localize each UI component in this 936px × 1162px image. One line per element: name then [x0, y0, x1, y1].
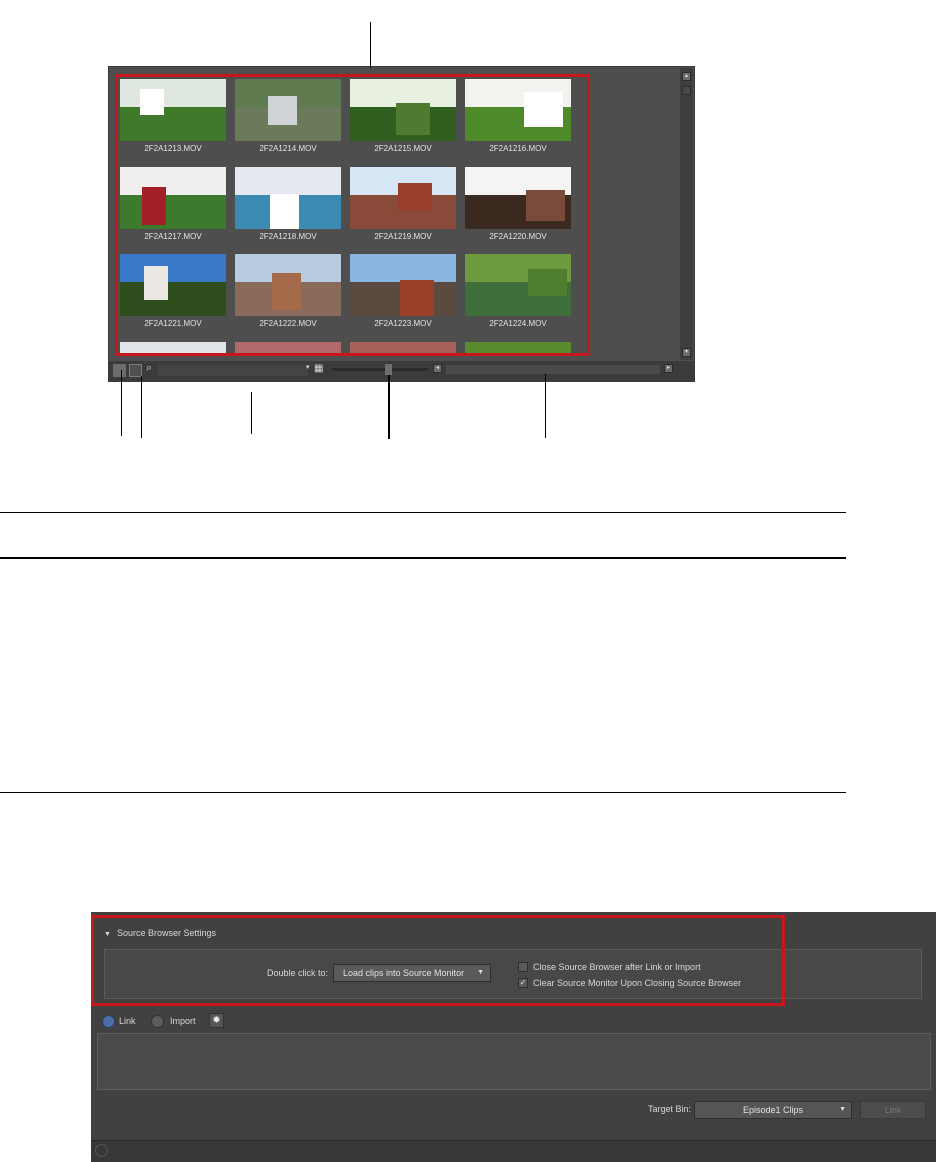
- scroll-thumb[interactable]: [682, 86, 691, 95]
- clip-preview-image: [235, 342, 341, 353]
- divider: [0, 557, 846, 559]
- clip-filename: 2F2A1218.MOV: [259, 232, 317, 241]
- list-view-button[interactable]: [113, 364, 126, 377]
- clip-preview-image: [235, 167, 341, 229]
- import-radio[interactable]: [151, 1015, 164, 1028]
- clip-thumbnail[interactable]: 2F2A1219.MOV: [350, 167, 456, 241]
- clip-preview-image: [465, 79, 571, 141]
- source-path-area[interactable]: [97, 1033, 931, 1090]
- clip-filename: 2F2A1217.MOV: [144, 232, 202, 241]
- callout-line: [121, 370, 122, 436]
- clip-filename: 2F2A1215.MOV: [374, 144, 432, 153]
- search-icon[interactable]: ⌕: [146, 362, 152, 375]
- clip-filename: 2F2A1214.MOV: [259, 144, 317, 153]
- clip-thumbnail[interactable]: [350, 342, 456, 353]
- clip-thumbnail[interactable]: 2F2A1218.MOV: [235, 167, 341, 241]
- clip-thumbnail[interactable]: 2F2A1220.MOV: [465, 167, 571, 241]
- clip-preview-image: [120, 79, 226, 141]
- target-bin-value: Episode1 Clips: [742, 1105, 804, 1115]
- divider: [0, 792, 846, 793]
- clip-preview-image: [235, 254, 341, 316]
- search-input[interactable]: [158, 365, 308, 376]
- clip-filename: 2F2A1213.MOV: [144, 144, 202, 153]
- clip-preview-image: [465, 167, 571, 229]
- clip-filename: 2F2A1216.MOV: [489, 144, 547, 153]
- grid-size-icon[interactable]: ▦: [314, 364, 323, 374]
- clip-thumbnail[interactable]: 2F2A1213.MOV: [120, 79, 226, 153]
- scroll-up-icon[interactable]: ▴: [682, 72, 691, 81]
- sort-dropdown-icon[interactable]: ▾: [306, 363, 310, 371]
- vertical-scrollbar[interactable]: ▴ ▾: [680, 68, 693, 360]
- clip-preview-image: [350, 254, 456, 316]
- scroll-right-icon[interactable]: ▸: [664, 364, 673, 373]
- clip-thumbnail[interactable]: 2F2A1223.MOV: [350, 254, 456, 328]
- clip-thumbnail[interactable]: 2F2A1221.MOV: [120, 254, 226, 328]
- callout-line: [388, 375, 390, 439]
- clip-preview-image: [465, 342, 571, 353]
- clip-preview-image: [350, 167, 456, 229]
- clip-preview-image: [350, 79, 456, 141]
- clip-filename: 2F2A1220.MOV: [489, 232, 547, 241]
- clip-filename: 2F2A1223.MOV: [374, 319, 432, 328]
- callout-line: [251, 392, 252, 434]
- status-bar: [91, 1140, 936, 1162]
- clip-thumbnail[interactable]: [465, 342, 571, 353]
- clip-filename: 2F2A1219.MOV: [374, 232, 432, 241]
- clip-preview-image: [465, 254, 571, 316]
- import-label: Import: [170, 1016, 196, 1026]
- clip-thumbnail[interactable]: 2F2A1224.MOV: [465, 254, 571, 328]
- thumbnail-size-slider[interactable]: [332, 368, 428, 371]
- clip-filename: 2F2A1224.MOV: [489, 319, 547, 328]
- clip-preview-image: [350, 342, 456, 353]
- clip-preview-image: [120, 167, 226, 229]
- chevron-down-icon: ▼: [839, 1106, 846, 1113]
- target-bin-select[interactable]: Episode1 Clips ▼: [694, 1101, 852, 1119]
- gear-icon[interactable]: ✹: [209, 1013, 224, 1028]
- clip-thumbnail[interactable]: 2F2A1216.MOV: [465, 79, 571, 153]
- settings-highlight: [91, 915, 785, 1006]
- clip-preview-image: [235, 79, 341, 141]
- scroll-left-icon[interactable]: ◂: [433, 364, 442, 373]
- slider-handle[interactable]: [385, 364, 392, 375]
- clip-preview-image: [120, 254, 226, 316]
- clip-filename: 2F2A1222.MOV: [259, 319, 317, 328]
- clip-thumbnail[interactable]: [120, 342, 226, 353]
- link-button[interactable]: Link: [860, 1101, 926, 1119]
- clip-filename: 2F2A1221.MOV: [144, 319, 202, 328]
- status-icon[interactable]: [95, 1144, 108, 1157]
- clip-thumbnail[interactable]: [235, 342, 341, 353]
- horizontal-scrollbar[interactable]: [446, 365, 660, 374]
- target-bin-label: Target Bin:: [648, 1104, 692, 1114]
- callout-line: [141, 376, 142, 438]
- clip-preview-image: [120, 342, 226, 353]
- clip-thumbnail[interactable]: 2F2A1222.MOV: [235, 254, 341, 328]
- divider: [0, 512, 846, 513]
- thumbnail-grid: 2F2A1213.MOV 2F2A1214.MOV 2F2A1215.MOV 2F2A…: [115, 74, 590, 356]
- scroll-down-icon[interactable]: ▾: [682, 348, 691, 357]
- link-label: Link: [119, 1016, 136, 1026]
- clip-thumbnail[interactable]: 2F2A1215.MOV: [350, 79, 456, 153]
- clip-thumbnail[interactable]: 2F2A1217.MOV: [120, 167, 226, 241]
- callout-line: [370, 22, 371, 68]
- callout-line: [545, 374, 546, 438]
- link-radio[interactable]: [102, 1015, 115, 1028]
- clip-thumbnail[interactable]: 2F2A1214.MOV: [235, 79, 341, 153]
